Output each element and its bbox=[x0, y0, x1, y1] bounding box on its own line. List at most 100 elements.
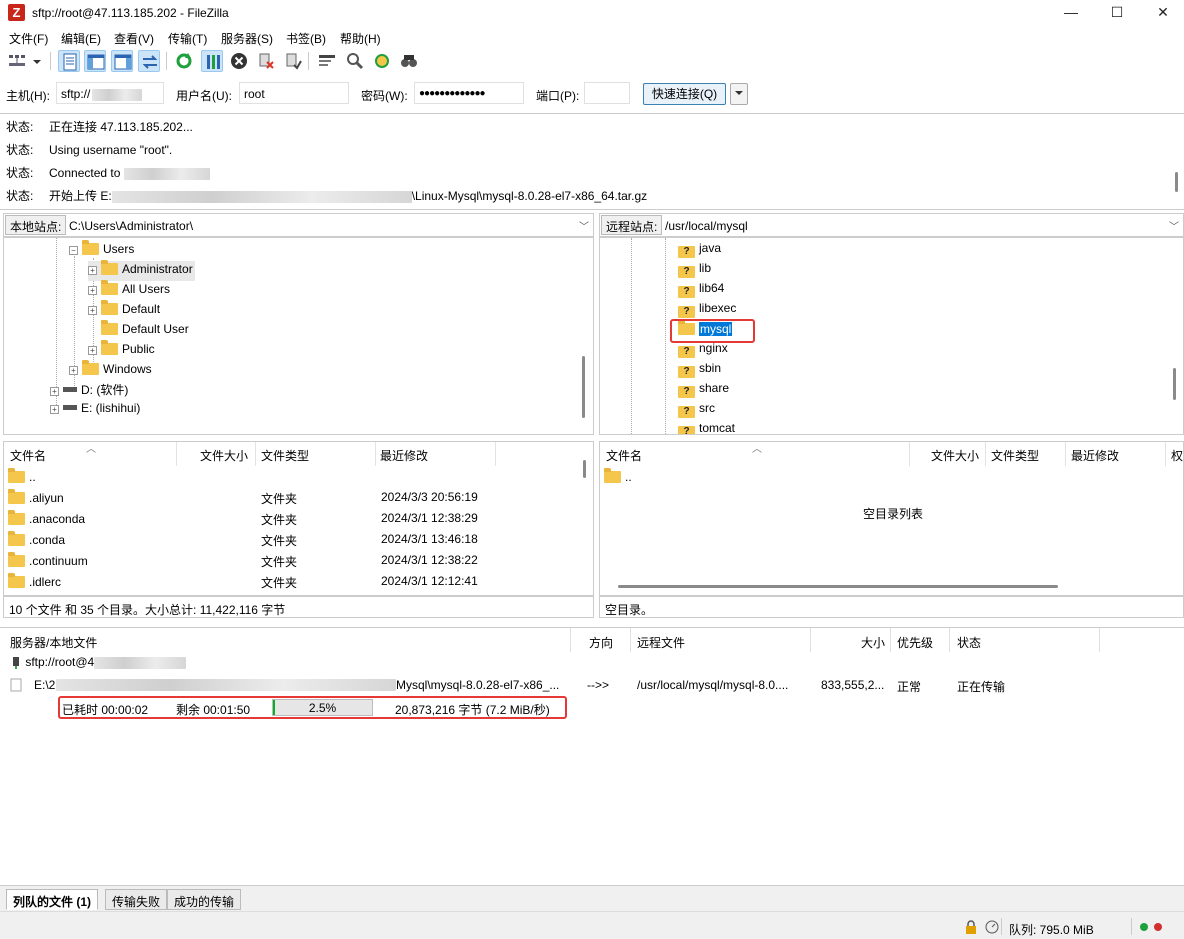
toggle-log-icon[interactable] bbox=[58, 50, 80, 72]
col-modified[interactable]: 最近修改 bbox=[1071, 442, 1119, 466]
list-item[interactable]: .idlerc 文件夹 2024/3/1 12:12:41 bbox=[8, 573, 578, 595]
receive-led-icon bbox=[1154, 923, 1162, 931]
tree-label: nginx bbox=[699, 341, 728, 355]
toggle-remote-tree-icon[interactable] bbox=[111, 50, 133, 72]
queue-status: 正在传输 bbox=[957, 680, 1006, 694]
remote-tree-share[interactable]: ? share bbox=[678, 381, 729, 401]
remote-site-bar: 远程站点: /usr/local/mysql ﹀ bbox=[599, 213, 1184, 237]
expand-icon[interactable]: + bbox=[88, 286, 97, 295]
tree-node-drive-e[interactable]: + E: (lishihui) bbox=[50, 401, 140, 421]
file-name: .. bbox=[625, 470, 632, 484]
reconnect-icon[interactable] bbox=[282, 50, 304, 72]
expand-icon[interactable]: + bbox=[69, 366, 78, 375]
tree-node-default[interactable]: + Default bbox=[88, 300, 160, 321]
remote-tree-nginx[interactable]: ? nginx bbox=[678, 341, 728, 361]
remote-tree-lib[interactable]: ? lib bbox=[678, 261, 711, 281]
expand-icon[interactable]: + bbox=[88, 266, 97, 275]
tree-node-drive-d[interactable]: + D: (软件) bbox=[50, 381, 128, 401]
tree-node-all-users[interactable]: + All Users bbox=[88, 280, 170, 301]
tree-label: Public bbox=[122, 342, 155, 356]
message-log[interactable]: 状态: 正在连接 47.113.185.202... 状态: Using usern… bbox=[0, 113, 1184, 210]
port-input[interactable] bbox=[584, 82, 630, 104]
collapse-icon[interactable]: − bbox=[69, 246, 78, 255]
refresh-icon[interactable] bbox=[173, 50, 195, 72]
expand-icon[interactable]: + bbox=[88, 306, 97, 315]
menu-help[interactable]: 帮助(H) bbox=[340, 30, 381, 47]
menu-transfer[interactable]: 传输(T) bbox=[168, 30, 207, 47]
minimize-button[interactable]: — bbox=[1048, 0, 1094, 27]
toggle-queue-icon[interactable] bbox=[138, 50, 160, 72]
menu-file[interactable]: 文件(F) bbox=[9, 30, 48, 47]
menu-view[interactable]: 查看(V) bbox=[114, 30, 154, 47]
tree-node-administrator[interactable]: + Administrator bbox=[88, 260, 195, 281]
menu-server[interactable]: 服务器(S) bbox=[221, 30, 273, 47]
local-path-input[interactable]: C:\Users\Administrator\ bbox=[69, 219, 193, 233]
col-filesize[interactable]: 文件大小 bbox=[200, 442, 248, 466]
search-icon[interactable] bbox=[344, 50, 366, 72]
process-queue-icon[interactable] bbox=[201, 50, 223, 72]
find-files-icon[interactable] bbox=[398, 50, 420, 72]
speed-limit-icon[interactable] bbox=[985, 920, 999, 934]
col-filename[interactable]: 文件名 bbox=[10, 442, 46, 466]
tree-node-public[interactable]: + Public bbox=[88, 340, 155, 361]
col-filename[interactable]: 文件名 bbox=[606, 442, 642, 466]
tree-node-default-user[interactable]: Default User bbox=[101, 320, 189, 341]
unknown-folder-icon: ? bbox=[678, 246, 695, 258]
col-filesize[interactable]: 文件大小 bbox=[931, 442, 979, 466]
tree-node-users[interactable]: − Users bbox=[69, 240, 134, 261]
tab-failed-transfers[interactable]: 传输失败 bbox=[105, 889, 168, 910]
username-input[interactable]: root bbox=[239, 82, 349, 104]
quickconnect-history-dropdown[interactable] bbox=[730, 83, 748, 105]
tree-node-windows[interactable]: + Windows bbox=[69, 360, 152, 381]
remote-list-hscrollbar[interactable] bbox=[618, 585, 1058, 588]
col-filetype[interactable]: 文件类型 bbox=[261, 442, 309, 466]
disconnect-icon[interactable] bbox=[255, 50, 277, 72]
local-list-scrollbar[interactable] bbox=[583, 460, 586, 478]
password-input[interactable]: ●●●●●●●●●●●●● bbox=[414, 82, 524, 104]
expand-icon[interactable]: + bbox=[50, 387, 59, 396]
menu-bookmarks[interactable]: 书签(B) bbox=[286, 30, 326, 47]
queue-file-row[interactable]: E:\2 Mysql\mysql-8.0.28-el7-x86_... -->>… bbox=[10, 676, 1180, 696]
local-tree-scrollbar[interactable] bbox=[582, 356, 585, 418]
menu-edit[interactable]: 编辑(E) bbox=[61, 30, 101, 47]
maximize-button[interactable]: ☐ bbox=[1094, 0, 1140, 27]
remote-tree-src[interactable]: ? src bbox=[678, 401, 715, 421]
directory-listing-filter-icon[interactable] bbox=[316, 50, 338, 72]
cancel-operation-icon[interactable] bbox=[228, 50, 250, 72]
chevron-down-icon[interactable]: ﹀ bbox=[1169, 218, 1179, 233]
remote-tree-sbin[interactable]: ? sbin bbox=[678, 361, 721, 381]
file-name: .. bbox=[29, 470, 36, 484]
expand-icon[interactable]: + bbox=[88, 346, 97, 355]
col-modified[interactable]: 最近修改 bbox=[380, 442, 428, 466]
list-item[interactable]: .aliyun 文件夹 2024/3/3 20:56:19 bbox=[8, 489, 578, 511]
toggle-local-tree-icon[interactable] bbox=[84, 50, 106, 72]
remote-tree-scrollbar[interactable] bbox=[1173, 368, 1176, 400]
remote-tree-tomcat[interactable]: ? tomcat bbox=[678, 421, 735, 434]
tree-label: Default User bbox=[122, 322, 189, 336]
col-filetype[interactable]: 文件类型 bbox=[991, 442, 1039, 466]
log-scrollbar[interactable] bbox=[1175, 172, 1178, 192]
host-input[interactable]: sftp:// bbox=[56, 82, 164, 104]
expand-icon[interactable]: + bbox=[50, 405, 59, 414]
remote-tree-lib64[interactable]: ? lib64 bbox=[678, 281, 724, 301]
list-item[interactable]: .conda 文件夹 2024/3/1 13:46:18 bbox=[8, 531, 578, 553]
site-manager-dropdown-icon[interactable] bbox=[30, 50, 44, 72]
remote-tree-java[interactable]: ? java bbox=[678, 241, 721, 261]
tab-successful-transfers[interactable]: 成功的传输 bbox=[167, 889, 242, 910]
site-manager-icon[interactable] bbox=[6, 50, 28, 72]
chevron-down-icon[interactable]: ﹀ bbox=[579, 218, 589, 233]
close-button[interactable]: ✕ bbox=[1140, 0, 1184, 27]
quickconnect-button[interactable]: 快速连接(Q) bbox=[643, 83, 726, 105]
list-item[interactable]: .. bbox=[604, 468, 632, 490]
list-item[interactable]: .anaconda 文件夹 2024/3/1 12:38:29 bbox=[8, 510, 578, 532]
col-permissions[interactable]: 权 bbox=[1171, 442, 1183, 466]
tab-queued-files[interactable]: 列队的文件 (1) bbox=[6, 889, 99, 910]
remote-path-input[interactable]: /usr/local/mysql bbox=[665, 219, 748, 233]
sync-browse-icon[interactable] bbox=[371, 50, 393, 72]
queue-size-status: 队列: 795.0 MiB bbox=[1009, 923, 1094, 937]
queue-local-file: E:\2 bbox=[34, 678, 56, 692]
list-item[interactable]: .. bbox=[8, 468, 36, 490]
list-item[interactable]: .continuum 文件夹 2024/3/1 12:38:22 bbox=[8, 552, 578, 574]
queue-server-row[interactable]: sftp://root@4 bbox=[10, 655, 187, 670]
remote-tree-libexec[interactable]: ? libexec bbox=[678, 301, 736, 321]
